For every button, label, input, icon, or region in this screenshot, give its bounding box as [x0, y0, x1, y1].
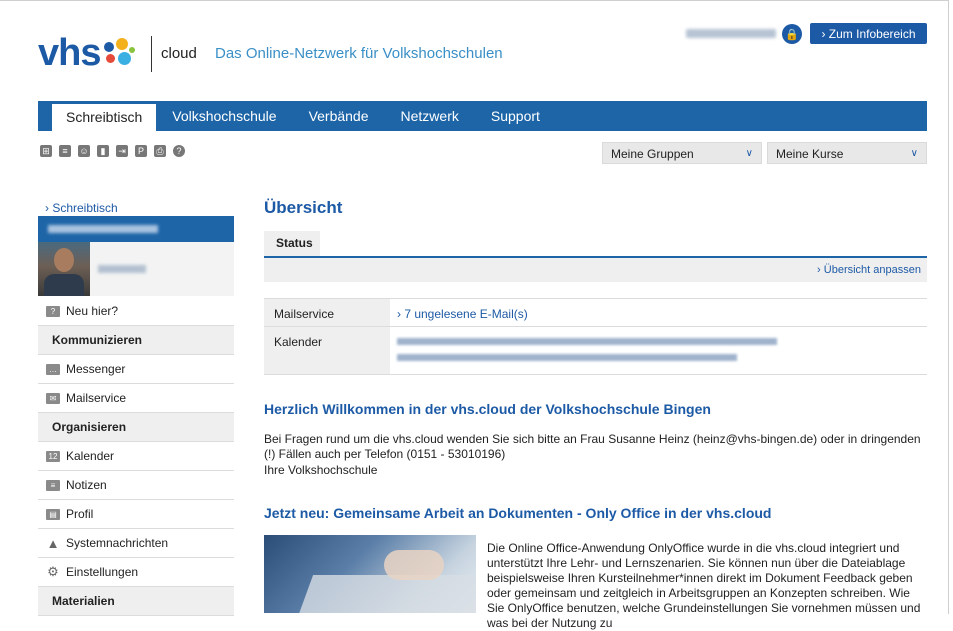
status-bar: › Übersicht anpassen: [264, 258, 927, 282]
sidebar-item-kalender[interactable]: 12 Kalender: [38, 442, 234, 471]
tab-volkshochschule[interactable]: Volkshochschule: [156, 101, 292, 131]
cloud-label: cloud: [161, 45, 197, 62]
sidebar-item-label: Notizen: [66, 478, 107, 492]
sidebar-user-bar[interactable]: [38, 216, 234, 242]
main-nav: Schreibtisch Volkshochschule Verbände Ne…: [38, 101, 927, 131]
breadcrumb[interactable]: › Schreibtisch: [45, 201, 118, 215]
gear-icon: ⚙: [47, 564, 59, 579]
sidebar-item-label: Messenger: [66, 362, 126, 376]
notes-icon: ≡: [46, 479, 60, 491]
calendar-entry-blurred[interactable]: [397, 338, 777, 345]
sidebar-item-messenger[interactable]: … Messenger: [38, 355, 234, 384]
status-row-label: Mailservice: [264, 299, 390, 327]
courses-select-value: Meine Kurse: [776, 147, 844, 161]
warning-icon: ▲: [46, 535, 60, 551]
print-icon[interactable]: ⎙: [154, 145, 166, 157]
unread-mails-link[interactable]: › 7 ungelesene E-Mail(s): [397, 307, 528, 321]
welcome-signature: Ihre Volkshochschule: [264, 463, 378, 477]
page-title: Übersicht: [264, 198, 343, 217]
logo-text: vhs: [38, 32, 101, 74]
vhs-logo[interactable]: vhs: [38, 34, 136, 72]
mail-icon: ✉: [46, 392, 60, 404]
news-title: Jetzt neu: Gemeinsame Arbeit an Dokument…: [264, 505, 772, 521]
user-card: [38, 242, 234, 296]
calendar-entry-blurred[interactable]: [397, 354, 737, 361]
sidebar-item-mailservice[interactable]: ✉ Mailservice: [38, 384, 234, 413]
tab-netzwerk[interactable]: Netzwerk: [385, 101, 475, 131]
tab-schreibtisch[interactable]: Schreibtisch: [52, 104, 157, 131]
customize-overview-link[interactable]: › Übersicht anpassen: [817, 264, 921, 276]
p-icon[interactable]: P: [135, 145, 147, 157]
avatar[interactable]: [38, 242, 90, 296]
sidebar-item-label: Profil: [66, 507, 94, 521]
users-icon[interactable]: ☺: [78, 145, 90, 157]
toolbar: ⊞ ≡ ☺ ▮ ⇥ P ⎙ ?: [40, 145, 185, 157]
calendar-icon: 12: [46, 450, 60, 462]
status-row-calendar: Kalender: [264, 326, 927, 375]
groups-select[interactable]: Meine Gruppen ∨: [602, 142, 762, 164]
welcome-title: Herzlich Willkommen in der vhs.cloud der…: [264, 401, 711, 417]
groups-select-value: Meine Gruppen: [611, 147, 694, 161]
sidebar-item-einstellungen[interactable]: ⚙ Einstellungen: [38, 558, 234, 587]
sidebar-item-notizen[interactable]: ≡ Notizen: [38, 471, 234, 500]
sidebar-heading-organisieren: Organisieren: [38, 413, 234, 442]
user-name-blurred[interactable]: [686, 29, 776, 38]
share-icon[interactable]: ⇥: [116, 145, 128, 157]
sidebar-item-label: Neu hier?: [66, 304, 119, 318]
status-row-label: Kalender: [264, 327, 390, 374]
bookmark-icon[interactable]: ▮: [97, 145, 109, 157]
tab-verbaende[interactable]: Verbände: [293, 101, 385, 131]
messenger-icon: …: [46, 363, 60, 375]
tagline: Das Online-Netzwerk für Volkshochschulen: [215, 45, 503, 62]
profile-icon: ▤: [46, 508, 60, 520]
logo-dots-icon: [102, 38, 136, 68]
sidebar-heading-kommunizieren: Kommunizieren: [38, 326, 234, 355]
sidebar-item-profil[interactable]: ▤ Profil: [38, 500, 234, 529]
news-text: Die Online Office-Anwendung OnlyOffice w…: [487, 541, 921, 630]
sidebar-item-neu-hier[interactable]: ? Neu hier?: [38, 297, 234, 326]
sidebar-item-label: Kalender: [66, 449, 115, 463]
chevron-down-icon: ∨: [910, 148, 918, 159]
status-row-mail: Mailservice › 7 ungelesene E-Mail(s): [264, 298, 927, 327]
user-name-blurred: [48, 225, 158, 233]
logo-separator: [151, 36, 152, 72]
news-image: [264, 535, 476, 613]
chevron-down-icon: ∨: [745, 148, 753, 159]
sidebar-item-label: Einstellungen: [66, 565, 139, 579]
sidebar-item-systemnachrichten[interactable]: ▲ Systemnachrichten: [38, 529, 234, 558]
help-icon[interactable]: ?: [173, 145, 185, 157]
tab-support[interactable]: Support: [475, 101, 556, 131]
user-status-blurred: [98, 265, 146, 273]
user-help-icon: ?: [46, 305, 60, 317]
courses-select[interactable]: Meine Kurse ∨: [767, 142, 927, 164]
tab-status[interactable]: Status: [264, 231, 320, 256]
sidebar-item-label: Systemnachrichten: [66, 536, 169, 550]
lock-icon[interactable]: 🔒: [782, 24, 802, 44]
tree-icon[interactable]: ⊞: [40, 145, 52, 157]
sidebar-heading-materialien: Materialien: [38, 587, 234, 616]
note-icon[interactable]: ≡: [59, 145, 71, 157]
info-area-button[interactable]: › Zum Infobereich: [810, 23, 927, 44]
welcome-text: Bei Fragen rund um die vhs.cloud wenden …: [264, 432, 921, 461]
sidebar-item-label: Mailservice: [66, 391, 127, 405]
